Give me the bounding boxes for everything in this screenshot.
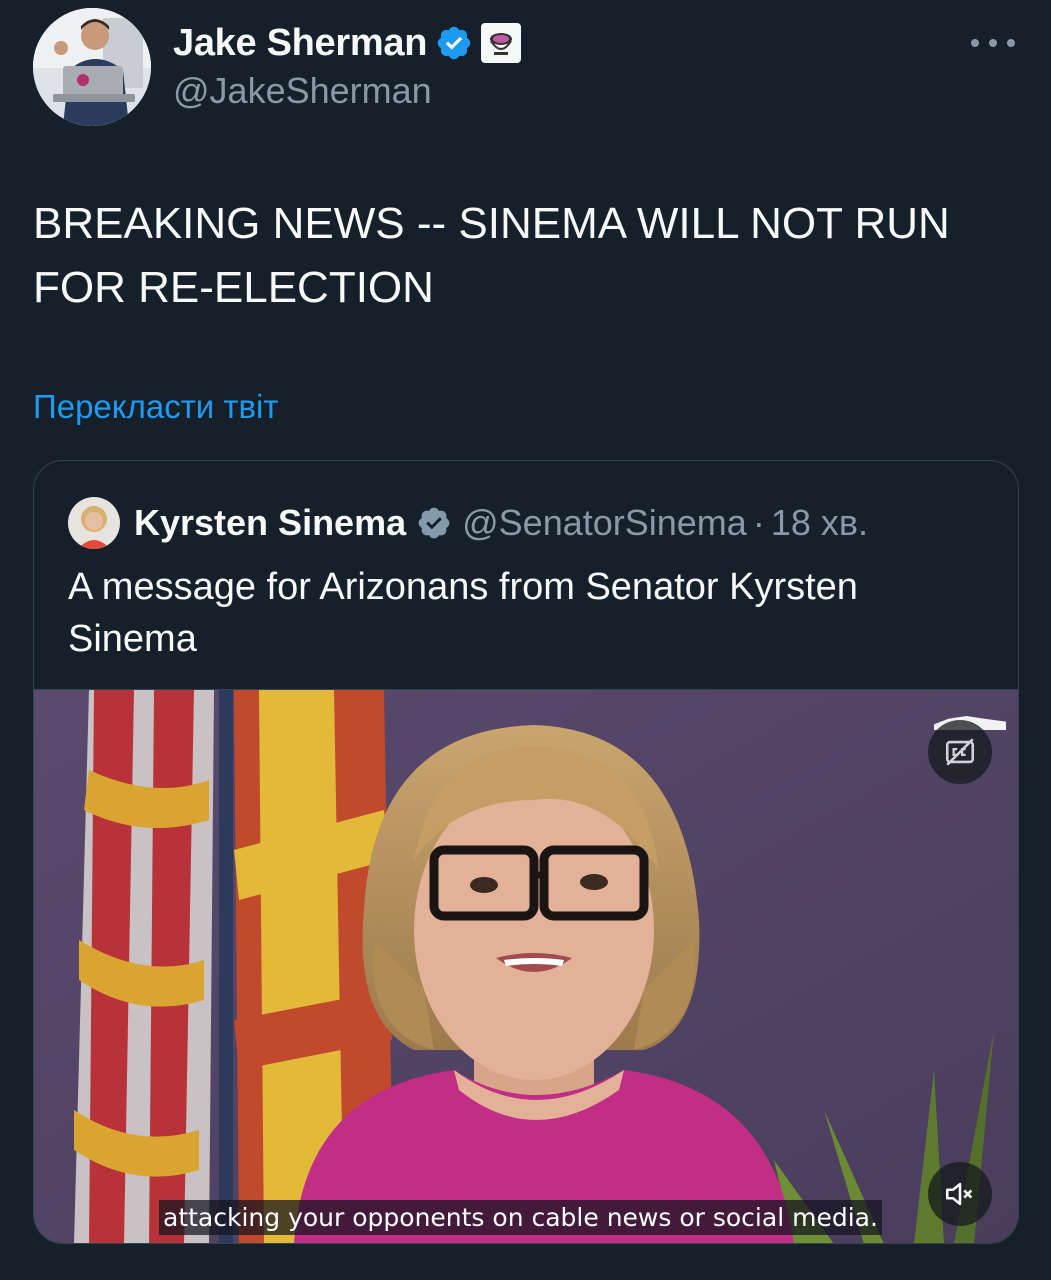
verified-badge-icon[interactable] — [435, 24, 473, 62]
video-caption: attacking your opponents on cable news o… — [159, 1200, 882, 1235]
quoted-tweet-text: A message for Arizonans from Senator Kyr… — [68, 566, 858, 660]
muted-speaker-icon[interactable] — [928, 1162, 992, 1226]
quoted-author-name[interactable]: Kyrsten Sinema — [134, 502, 406, 544]
quoted-verified-badge-icon[interactable] — [416, 505, 452, 541]
author-avatar[interactable] — [33, 8, 151, 126]
quoted-tweet-time[interactable]: 18 хв. — [771, 502, 868, 544]
video-player[interactable]: attacking your opponents on cable news o… — [34, 689, 1018, 1243]
author-name-row: Jake Sherman — [173, 18, 522, 68]
tweet[interactable]: Jake Sherman @JakeSherman BREAKING NEWS … — [0, 0, 1051, 1280]
affiliate-logo-icon[interactable] — [481, 23, 522, 63]
quoted-tweet-header: Kyrsten Sinema @SenatorSinema · 18 хв. — [134, 497, 868, 549]
more-options-icon[interactable] — [971, 28, 1015, 58]
closed-captions-off-icon[interactable] — [928, 720, 992, 784]
translate-tweet-link[interactable]: Перекласти твіт — [33, 388, 279, 426]
quoted-tweet-card[interactable]: Kyrsten Sinema @SenatorSinema · 18 хв. A… — [33, 460, 1019, 1244]
tweet-text: BREAKING NEWS -- SINEMA WILL NOT RUN FOR… — [33, 199, 950, 312]
separator-dot: · — [752, 502, 765, 543]
author-handle[interactable]: @JakeSherman — [173, 70, 432, 112]
author-display-name[interactable]: Jake Sherman — [173, 22, 427, 65]
video-frame — [34, 690, 1018, 1243]
quoted-author-handle[interactable]: @SenatorSinema — [462, 502, 747, 544]
quoted-author-avatar[interactable] — [68, 497, 120, 549]
